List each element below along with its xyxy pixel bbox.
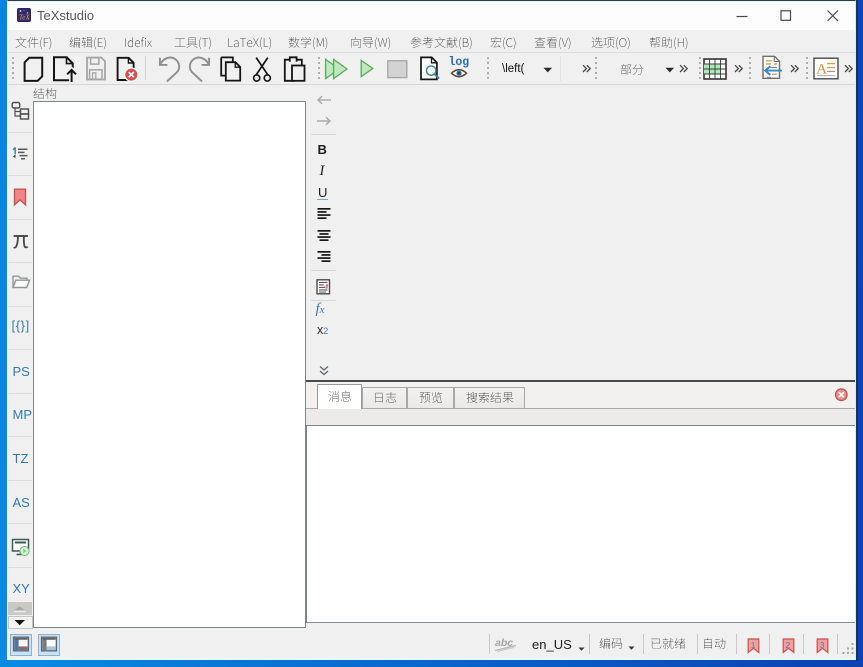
svg-text:TeX: TeX [19, 14, 30, 22]
svg-text:1: 1 [751, 639, 756, 649]
svg-text:2: 2 [785, 639, 790, 649]
svg-text:3: 3 [820, 639, 825, 649]
